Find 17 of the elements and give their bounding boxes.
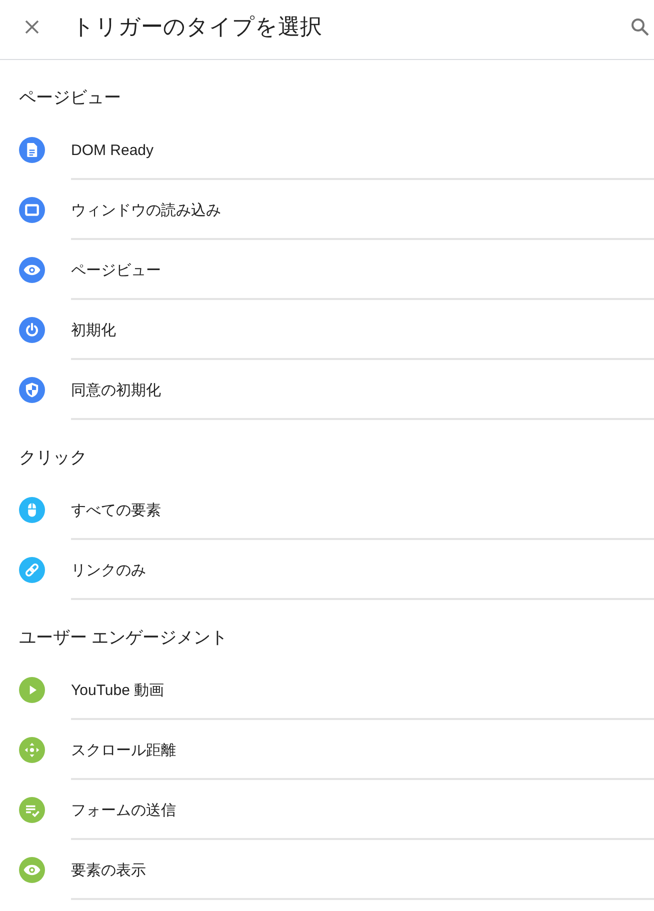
trigger-type-item[interactable]: リンクのみ bbox=[0, 540, 654, 600]
trigger-type-item[interactable]: フォームの送信 bbox=[0, 780, 654, 840]
trigger-type-item[interactable]: YouTube 動画 bbox=[0, 660, 654, 720]
trigger-type-item[interactable]: ウィンドウの読み込み bbox=[0, 180, 654, 240]
trigger-type-item[interactable]: スクロール距離 bbox=[0, 720, 654, 780]
trigger-type-item[interactable]: 要素の表示 bbox=[0, 840, 654, 900]
section-heading: クリック bbox=[18, 447, 88, 469]
trigger-type-item[interactable]: すべての要素 bbox=[0, 480, 654, 540]
close-icon bbox=[25, 20, 39, 34]
section-heading: ページビュー bbox=[18, 87, 122, 109]
dialog-title: トリガーのタイプを選択 bbox=[72, 12, 322, 40]
trigger-type-item[interactable]: 同意の初期化 bbox=[0, 360, 654, 420]
section-heading: ユーザー エンゲージメント bbox=[18, 627, 229, 649]
search-icon bbox=[631, 18, 649, 36]
trigger-type-item[interactable]: DOM Ready bbox=[0, 120, 654, 180]
trigger-type-item[interactable]: 初期化 bbox=[0, 300, 654, 360]
trigger-type-item[interactable]: ページビュー bbox=[0, 240, 654, 300]
